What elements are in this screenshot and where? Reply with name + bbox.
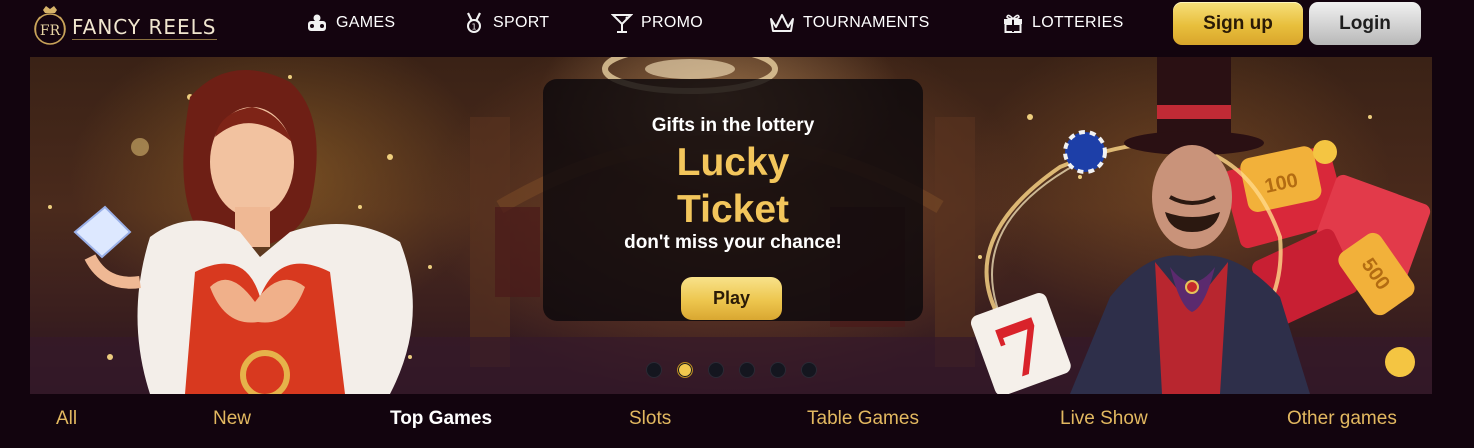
category-tab-table-games[interactable]: Table Games — [807, 408, 919, 430]
brand-name: FANCY REELS — [72, 9, 217, 40]
medal-icon: 1 — [467, 12, 481, 33]
carousel-dots — [646, 362, 817, 378]
nav-label: SPORT — [493, 14, 550, 31]
promo-title-line-1: Lucky — [676, 141, 790, 184]
category-tab-top-games[interactable]: Top Games — [390, 408, 492, 430]
promo-subtitle: Gifts in the lottery — [651, 115, 815, 136]
cards-icon — [308, 14, 326, 31]
nav-label: PROMO — [641, 14, 703, 31]
brand-logo[interactable]: FR FANCY REELS — [30, 2, 235, 46]
nav-games[interactable]: GAMES — [306, 0, 395, 46]
promo-card: Gifts in the lottery Lucky Ticket don't … — [543, 79, 923, 321]
nav-promo[interactable]: PROMO — [611, 0, 703, 46]
carousel-dot[interactable] — [646, 362, 662, 378]
carousel-dot[interactable] — [801, 362, 817, 378]
logo-monogram: FR — [40, 23, 61, 39]
category-tabs: All New Top Games Slots Table Games Live Show… — [0, 396, 1474, 448]
top-header: FR FANCY REELS GAMES 1 SPORT PROMO TOURN… — [0, 0, 1474, 50]
category-tab-other-games[interactable]: Other games — [1287, 408, 1397, 430]
signup-button[interactable]: Sign up — [1173, 2, 1303, 45]
category-tab-slots[interactable]: Slots — [629, 408, 671, 430]
nav-label: LOTTERIES — [1032, 14, 1124, 31]
carousel-dot[interactable] — [739, 362, 755, 378]
crown-icon — [770, 14, 794, 32]
nav-tournaments[interactable]: TOURNAMENTS — [769, 0, 930, 46]
crest-icon: FR — [30, 4, 70, 45]
carousel-dot[interactable] — [677, 362, 693, 378]
nav-label: GAMES — [336, 14, 396, 31]
promo-tagline: don't miss your chance! — [624, 232, 842, 253]
carousel-dot[interactable] — [708, 362, 724, 378]
nav-label: TOURNAMENTS — [803, 14, 930, 31]
promo-title-line-2: Ticket — [676, 188, 789, 231]
nav-sport[interactable]: 1 SPORT — [463, 0, 549, 46]
promo-banner[interactable]: 100 500 7 Gifts in the lottery Lucky Tic… — [30, 57, 1432, 394]
carousel-dot[interactable] — [770, 362, 786, 378]
login-button[interactable]: Login — [1309, 2, 1421, 45]
nav-lotteries[interactable]: LOTTERIES — [1002, 0, 1124, 46]
category-tab-live-show[interactable]: Live Show — [1060, 408, 1148, 430]
cocktail-icon — [611, 14, 633, 33]
svg-text:1: 1 — [471, 23, 476, 32]
category-tab-new[interactable]: New — [213, 408, 251, 430]
play-button[interactable]: Play — [681, 277, 782, 320]
category-tab-all[interactable]: All — [56, 408, 77, 430]
promo-title: Lucky Ticket — [543, 139, 923, 233]
gift-icon — [1004, 14, 1022, 33]
